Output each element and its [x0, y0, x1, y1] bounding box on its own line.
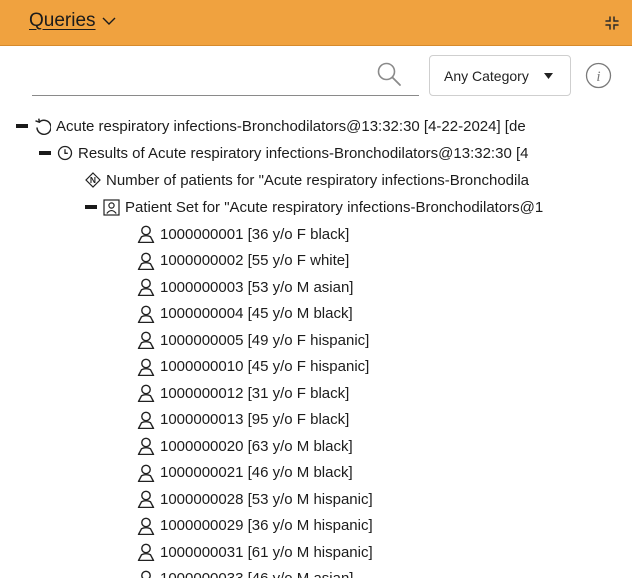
category-select-label: Any Category [444, 67, 529, 84]
patient-row[interactable]: 1000000013 [95 y/o F black] [137, 407, 349, 433]
patient-label: 1000000028 [53 y/o M hispanic] [160, 490, 373, 508]
patient-row[interactable]: 1000000020 [63 y/o M black] [137, 433, 353, 459]
patient-count-label: Number of patients for "Acute respirator… [106, 171, 530, 189]
person-icon [137, 411, 155, 429]
collapse-toggle-icon[interactable] [16, 124, 28, 128]
chevron-down-icon [102, 17, 116, 25]
person-icon [137, 490, 155, 508]
patient-row[interactable]: 1000000002 [55 y/o F white] [137, 248, 349, 274]
person-icon [137, 358, 155, 376]
patient-row[interactable]: 1000000021 [46 y/o M black] [137, 460, 353, 486]
patient-label: 1000000001 [36 y/o F black] [160, 225, 350, 243]
queries-dropdown-toggle[interactable]: Queries [29, 10, 116, 32]
tree-node-query[interactable]: Acute respiratory infections-Bronchodila… [16, 113, 526, 139]
patient-label: 1000000005 [49 y/o F hispanic] [160, 331, 370, 349]
person-icon [137, 437, 155, 455]
patient-row[interactable]: 1000000033 [46 y/o M asian] [137, 566, 353, 578]
person-icon [137, 278, 155, 296]
patient-label: 1000000004 [45 y/o M black] [160, 305, 353, 322]
info-icon[interactable]: i [585, 62, 612, 89]
svg-text:i: i [596, 69, 600, 85]
patient-label: 1000000010 [45 y/o F hispanic] [160, 358, 370, 375]
collapse-arrows-icon[interactable] [603, 14, 621, 32]
patient-row[interactable]: 1000000028 [53 y/o M hispanic] [137, 486, 373, 512]
patient-label: 1000000031 [61 y/o M hispanic] [160, 543, 373, 561]
panel-header: Queries [0, 0, 632, 46]
patient-set-label: Patient Set for "Acute respiratory infec… [125, 198, 544, 216]
history-icon [35, 117, 51, 135]
person-icon [137, 252, 155, 270]
patient-row[interactable]: 1000000004 [45 y/o M black] [137, 301, 353, 327]
patient-row[interactable]: 1000000012 [31 y/o F black] [137, 380, 349, 406]
person-icon [137, 464, 155, 482]
results-label: Results of Acute respiratory infections-… [78, 144, 529, 162]
patient-label: 1000000020 [63 y/o M black] [160, 437, 353, 455]
queries-panel: Queries Any Category i Acute respiratory… [0, 0, 632, 578]
patient-row[interactable]: 1000000031 [61 y/o M hispanic] [137, 539, 373, 565]
search-bar: Any Category i [0, 46, 632, 110]
patient-row[interactable]: 1000000003 [53 y/o M asian] [137, 274, 353, 300]
tree-node-patient-set[interactable]: Patient Set for "Acute respiratory infec… [85, 194, 543, 220]
person-icon [137, 384, 155, 402]
patient-row[interactable]: 1000000029 [36 y/o M hispanic] [137, 513, 373, 539]
patient-label: 1000000002 [55 y/o F white] [160, 252, 350, 269]
query-tree: Acute respiratory infections-Bronchodila… [0, 110, 632, 578]
person-icon [137, 517, 155, 535]
collapse-toggle-icon[interactable] [39, 151, 51, 155]
category-select[interactable]: Any Category [429, 55, 571, 96]
svg-text:N: N [90, 175, 96, 185]
person-icon [141, 570, 151, 578]
panel-title: Queries [29, 10, 96, 31]
caret-down-icon [544, 73, 553, 79]
patient-label: 1000000033 [46 y/o M asian] [160, 570, 353, 578]
patient-label: 1000000013 [95 y/o F black] [160, 411, 350, 428]
patient-label: 1000000012 [31 y/o F black] [160, 384, 350, 402]
person-icon [137, 543, 155, 561]
patient-label: 1000000003 [53 y/o M asian] [160, 278, 354, 296]
query-label: Acute respiratory infections-Bronchodila… [56, 117, 526, 135]
clock-icon [57, 145, 73, 161]
patient-row[interactable]: 1000000001 [36 y/o F black] [137, 221, 349, 247]
person-icon [137, 225, 155, 243]
patient-set-icon [103, 198, 120, 216]
person-icon [137, 305, 155, 323]
patient-label: 1000000029 [36 y/o M hispanic] [160, 517, 373, 534]
person-icon [137, 331, 155, 349]
search-icon[interactable] [376, 61, 402, 87]
patient-row[interactable]: 1000000005 [49 y/o F hispanic] [137, 327, 369, 353]
collapse-toggle-icon[interactable] [85, 205, 97, 209]
tree-node-results[interactable]: Results of Acute respiratory infections-… [39, 140, 528, 166]
patient-label: 1000000021 [46 y/o M black] [160, 464, 353, 481]
tree-node-patient-count[interactable]: N Number of patients for "Acute respirato… [85, 167, 529, 193]
patient-row[interactable]: 1000000010 [45 y/o F hispanic] [137, 354, 369, 380]
search-input[interactable] [32, 56, 419, 96]
number-n-icon: N [85, 172, 101, 188]
